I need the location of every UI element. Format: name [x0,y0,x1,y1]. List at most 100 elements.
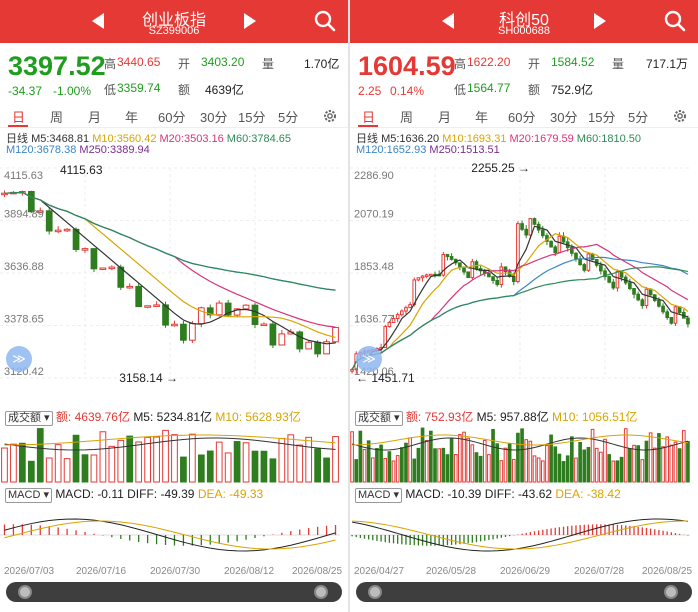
gear-icon[interactable] [672,108,688,124]
tab-month[interactable]: 月 [88,107,101,126]
candle [416,277,421,281]
macd-indicator-select[interactable]: MACD ▾ [5,488,52,503]
ma60-value: M60:1810.50 [576,133,642,145]
candle [487,273,491,278]
scrollbar-left-handle[interactable] [18,585,32,599]
tab-week[interactable]: 周 [50,107,63,126]
min-price-label: 3158.14 → [119,371,178,385]
tab-year[interactable]: 年 [475,107,488,126]
candle [582,264,587,271]
expand-button[interactable]: ≫ [6,346,32,372]
tab-5min[interactable]: 5分 [278,107,298,126]
volume-bar [215,441,223,483]
volume-value: 1.70亿 [304,57,340,71]
tab-day[interactable]: 日 [12,107,25,126]
tab-day[interactable]: 日 [362,107,375,126]
candle [445,253,450,258]
macd-chart[interactable] [0,505,348,565]
tab-year[interactable]: 年 [125,107,138,126]
amount-label: 额 [528,83,541,97]
tab-5min[interactable]: 5分 [628,107,648,126]
volume-bar [416,447,421,483]
volume-m5: M5: 957.88亿 [476,410,549,424]
volume-bar [206,450,214,483]
candle [574,252,578,260]
tab-month[interactable]: 月 [438,107,451,126]
volume-indicator-label: 成交额 [358,412,391,424]
candle [462,266,466,273]
next-arrow-icon[interactable] [244,13,256,29]
tab-60min[interactable]: 60分 [508,107,535,126]
y-tick-label: 3636.88 [4,261,44,273]
search-icon[interactable] [664,10,686,32]
date-label: 2026/08/25 [642,566,693,577]
open-value: 1584.52 [551,55,595,69]
volume-bar [657,433,661,483]
volume-bar [553,446,558,483]
volume-bar [400,447,404,483]
volume-bar [565,455,570,483]
tab-15min[interactable]: 15分 [588,107,615,126]
volume-indicator-select[interactable]: 成交额 ▾ [5,411,53,426]
high-value: 3440.65 [117,55,161,69]
date-axis: 2026/04/27 2026/05/28 2026/06/29 2026/07… [350,566,698,582]
scrollbar-left-handle[interactable] [368,585,382,599]
candle [99,267,107,270]
header-bar: 创业板指 SZ399006 [0,0,348,43]
quote-block: 1604.59 2.25 0.14% 高 1622.20 开 1584.52 量… [350,43,698,103]
volume-bar [171,434,178,483]
tab-week[interactable]: 周 [400,107,413,126]
date-label: 2026/05/28 [426,566,477,577]
dea-value: DEA: -49.33 [197,487,264,501]
time-scrollbar[interactable] [356,582,692,602]
candle [408,304,412,309]
period-tabs: 日 周 月 年 60分 30分 15分 5分 [350,104,698,128]
volume-indicator-select[interactable]: 成交额 ▾ [355,411,403,426]
candlestick-chart[interactable]: 2286.902070.191853.481636.771420.062255.… [350,158,698,388]
macd-header: MACD ▾ MACD: -10.39 DIFF: -43.62 DEA: -3… [350,487,698,505]
next-arrow-icon[interactable] [594,13,606,29]
candle [640,299,645,307]
volume-chart[interactable] [350,426,698,484]
scrollbar-right-handle[interactable] [314,585,328,599]
ma120-value: M120:1652.93 [356,144,427,156]
candle [657,300,661,307]
candle [420,275,425,279]
volume-bar [362,448,367,483]
volume-bar [470,444,475,483]
candle [215,302,223,316]
date-label: 2026/07/16 [76,566,127,577]
candle [251,304,259,325]
expand-button[interactable]: ≫ [356,346,382,372]
macd-indicator-select[interactable]: MACD ▾ [355,488,402,503]
tab-15min[interactable]: 15分 [238,107,265,126]
y-tick-label: 2286.90 [354,170,394,182]
tab-30min[interactable]: 30分 [200,107,227,126]
volume-bar [611,460,616,483]
y-tick-label: 1853.48 [354,261,394,273]
volume-bar [532,455,537,483]
ma250-value: M250:3389.94 [79,144,150,156]
volume-bar [540,460,545,483]
volume-bar [677,448,682,483]
volume-bar [669,444,674,483]
volume-bar [619,456,624,483]
scrollbar-right-handle[interactable] [664,585,678,599]
candlestick-chart[interactable]: 4115.633894.893636.883378.653120.424115.… [0,158,348,388]
volume-bar [197,454,205,483]
search-icon[interactable] [314,10,336,32]
gear-icon[interactable] [322,108,338,124]
volume-chart[interactable] [0,426,348,484]
macd-chart[interactable] [350,505,698,565]
candle [278,333,286,346]
volume-bar [370,457,375,483]
tab-30min[interactable]: 30分 [550,107,577,126]
volume-bar [233,441,241,483]
high-label: 高 [454,57,467,71]
candle [599,264,603,272]
dea-value: DEA: -38.42 [555,487,621,501]
tab-60min[interactable]: 60分 [158,107,185,126]
candle [669,317,674,324]
time-scrollbar[interactable] [6,582,342,602]
volume-bar [673,441,678,483]
